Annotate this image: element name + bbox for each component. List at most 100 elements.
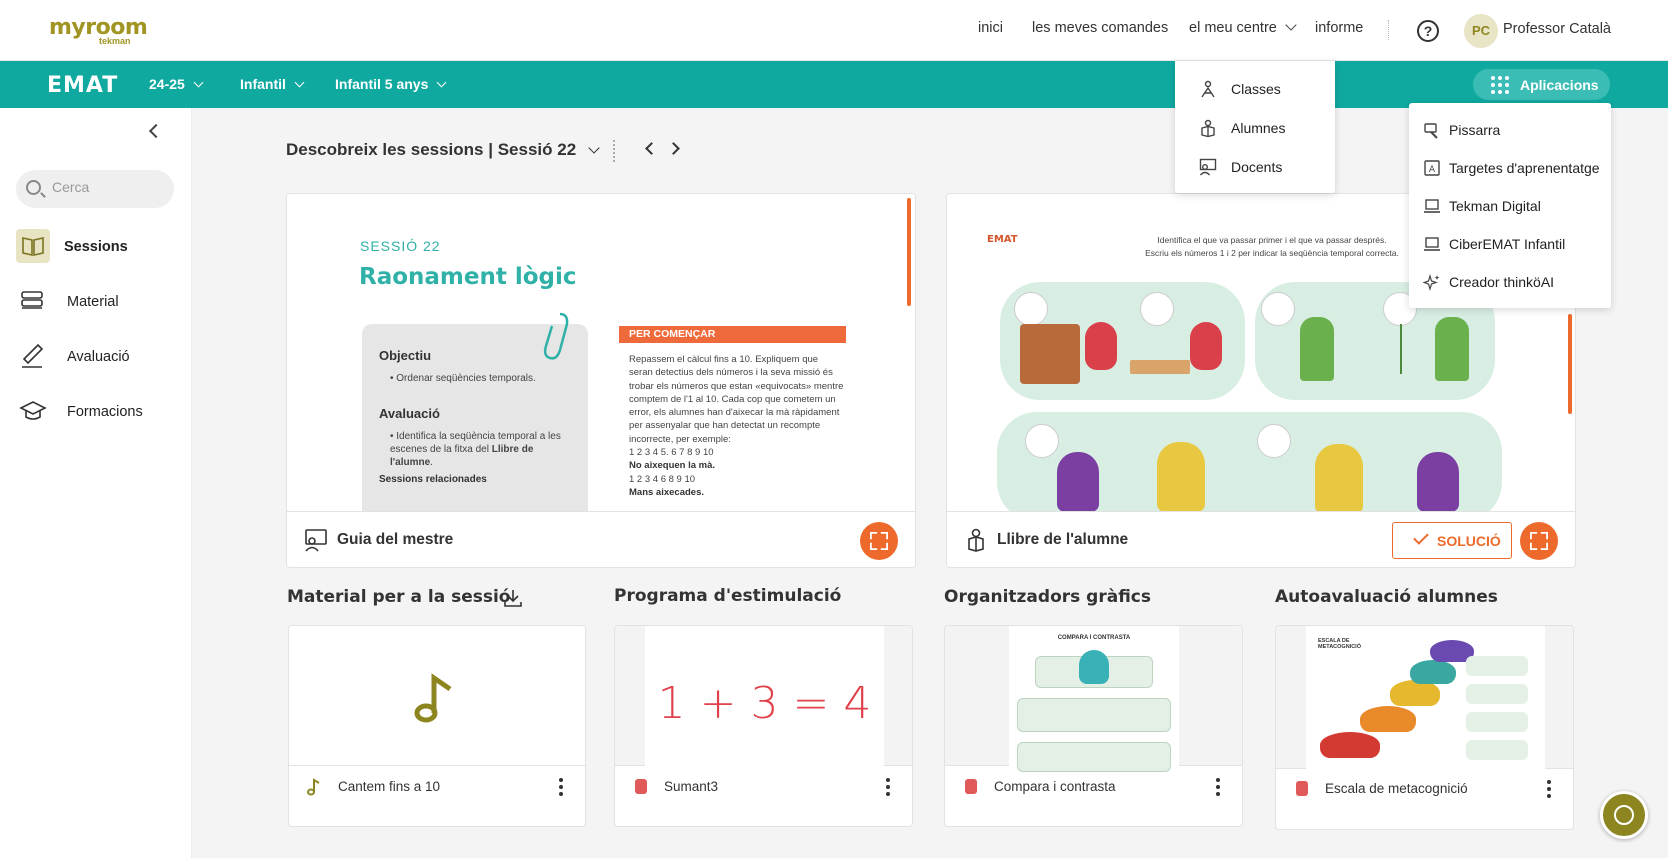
apps-menu-item-tekman-digital[interactable]: Tekman Digital [1409, 187, 1611, 225]
scrollbar[interactable] [907, 198, 911, 306]
objective-heading: Objectiu [379, 348, 432, 363]
scrollbar[interactable] [1568, 314, 1572, 414]
material-name: Sumant3 [664, 779, 719, 794]
character-illustration [1417, 452, 1459, 512]
wood-illustration [1130, 360, 1190, 374]
apps-button[interactable]: Aplicacions [1473, 69, 1610, 100]
answer-circle[interactable] [1261, 292, 1295, 326]
top-bar: myroom tekman inici les meves comandes e… [0, 0, 1668, 61]
year-selector[interactable]: 24-25 [149, 76, 204, 92]
material-thumbnail: COMPARA I CONTRASTA [945, 626, 1242, 772]
logo-subtext: tekman [99, 36, 131, 46]
avatar[interactable]: PC [1464, 14, 1498, 48]
more-options-icon[interactable] [886, 778, 890, 796]
character-illustration [1435, 317, 1469, 381]
download-icon[interactable] [503, 588, 523, 608]
scene-1 [1000, 282, 1245, 400]
sidebar-item-material[interactable]: Material [16, 284, 186, 320]
more-options-icon[interactable] [559, 778, 563, 796]
session-selector[interactable]: Descobreix les sessions | Sessió 22 [286, 140, 600, 160]
chevron-down-icon [193, 77, 204, 88]
search-input[interactable] [52, 179, 162, 195]
sidebar-item-formacions[interactable]: Formacions [16, 394, 186, 430]
sidebar-item-avaluacio[interactable]: Avaluació [16, 339, 186, 375]
apps-menu-label: Tekman Digital [1449, 198, 1541, 214]
next-session-icon[interactable] [667, 142, 680, 155]
plant-illustration [1400, 324, 1420, 374]
section-title-organizers: Organitzadors gràfics [944, 587, 1151, 607]
paperclip-icon [543, 312, 569, 360]
material-card[interactable]: ESCALA DE METACOGNICIÓ Escala de metacog… [1275, 625, 1574, 830]
nav-report[interactable]: informe [1315, 20, 1363, 36]
student-icon [1201, 119, 1215, 137]
organizer-box [1017, 742, 1171, 772]
robot-illustration [1079, 650, 1109, 684]
stack-icon [16, 284, 50, 318]
answer-circle[interactable] [1014, 292, 1048, 326]
apps-menu-label: CiberEMAT Infantil [1449, 236, 1566, 252]
nav-center[interactable]: el meu centre [1189, 19, 1297, 36]
instruction-1: Identifica el que va passar primer i el … [1157, 235, 1387, 245]
thumbnail-page: ESCALA DE METACOGNICIÓ [1306, 626, 1545, 769]
apps-menu-item-thinkoai[interactable]: Creador thinköAI [1409, 263, 1611, 301]
instruction-2: Escriu els números 1 i 2 per indicar la … [1145, 248, 1399, 258]
center-menu-label: Docents [1231, 159, 1283, 175]
session-title: Descobreix les sessions | Sessió 22 [286, 140, 577, 159]
teacher-icon [305, 529, 327, 552]
prev-session-icon[interactable] [645, 142, 658, 155]
sidebar-item-sessions[interactable]: Sessions [16, 229, 186, 265]
sidebar-item-label: Material [67, 294, 119, 310]
material-card[interactable]: COMPARA I CONTRASTA Compara i contrasta [944, 625, 1243, 827]
more-options-icon[interactable] [1216, 778, 1220, 796]
house-illustration [1020, 324, 1080, 384]
fullscreen-icon[interactable] [860, 522, 898, 560]
help-icon[interactable]: ? [1417, 20, 1439, 42]
answer-box [1466, 712, 1528, 732]
stage-selector[interactable]: Infantil [240, 76, 305, 92]
answer-circle[interactable] [1140, 292, 1174, 326]
emat-logo[interactable]: EMAT [47, 73, 118, 98]
music-note-icon [414, 673, 452, 723]
material-card[interactable]: 1 + 3 = 4 Sumant3 [614, 625, 913, 827]
apps-menu-item-pissarra[interactable]: Pissarra [1409, 111, 1611, 149]
center-menu-item-teachers[interactable]: Docents [1175, 148, 1335, 186]
logo-text: myroom [49, 15, 148, 40]
scene-3 [997, 412, 1502, 522]
fullscreen-icon[interactable] [1520, 522, 1558, 560]
center-menu-item-classes[interactable]: Classes [1175, 70, 1335, 108]
thumbnail-page: COMPARA I CONTRASTA [1009, 626, 1179, 772]
more-options-icon[interactable] [1547, 780, 1551, 798]
character-illustration [1057, 452, 1099, 512]
objective-text: • Ordenar seqüències temporals. [390, 373, 536, 384]
sidebar-item-label: Formacions [67, 404, 143, 420]
level-selector-label: Infantil 5 anys [335, 76, 429, 92]
apps-grid-icon [1491, 76, 1509, 94]
nav-orders[interactable]: les meves comandes [1032, 20, 1168, 36]
stage-selector-label: Infantil [240, 76, 286, 92]
collapse-sidebar-icon[interactable] [148, 123, 164, 139]
answer-circle[interactable] [1025, 424, 1059, 458]
level-selector[interactable]: Infantil 5 anys [335, 76, 447, 92]
sequence-2: 1 2 3 4 6 8 9 10 [629, 473, 696, 485]
apps-menu-item-ciberemat[interactable]: CiberEMAT Infantil [1409, 225, 1611, 263]
myroom-logo[interactable]: myroom tekman [49, 15, 148, 47]
math-preview: 1 + 3 = 4 [657, 678, 872, 729]
divider [613, 140, 615, 162]
user-name[interactable]: Professor Català [1503, 21, 1611, 37]
evaluation-text-value: Identifica la seqüència temporal a les e… [390, 431, 561, 455]
nav-home[interactable]: inici [978, 20, 1003, 36]
apps-menu-item-targetes[interactable]: A Targetes d'aprenentatge [1409, 149, 1611, 187]
center-menu: Classes Alumnes Docents [1175, 61, 1335, 193]
center-menu-label: Alumnes [1231, 120, 1286, 136]
material-thumbnail [289, 626, 585, 766]
material-card[interactable]: Cantem fins a 10 [288, 625, 586, 827]
guide-preview[interactable]: SESSIÓ 22 Raonament lògic Objectiu • Ord… [287, 194, 915, 524]
search-icon [26, 180, 41, 195]
sparkle-icon [1423, 273, 1440, 291]
nav-center-label: el meu centre [1189, 20, 1277, 36]
answer-circle[interactable] [1257, 424, 1291, 458]
assistant-button[interactable] [1600, 791, 1648, 839]
center-menu-item-students[interactable]: Alumnes [1175, 109, 1335, 147]
section-title-self-assessment: Autoavaluació alumnes [1275, 587, 1498, 607]
solution-button[interactable]: SOLUCIÓ [1392, 522, 1512, 559]
